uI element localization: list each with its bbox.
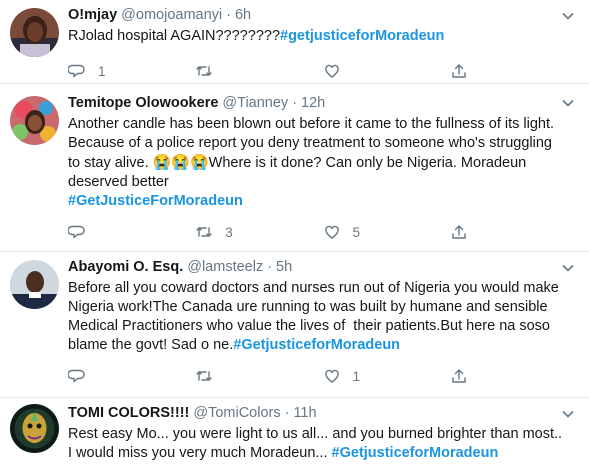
tweet-text: RJolad hospital AGAIN????????#getjustice… <box>68 27 577 46</box>
share-button[interactable] <box>450 62 577 80</box>
tweet-text: Before all you coward doctors and nurses… <box>68 279 577 355</box>
tweet-text-segment: I would miss you very much Moradeun... <box>68 445 328 461</box>
reply-button[interactable] <box>68 223 195 241</box>
tweet[interactable]: TOMI COLORS!!!! @TomiColors · 11h Rest e… <box>0 398 589 476</box>
text-line: blame the govt! Sad o ne.#GetjusticeforM… <box>68 336 577 355</box>
chevron-down-icon[interactable] <box>561 407 575 421</box>
like-button[interactable]: 1 <box>323 367 450 385</box>
heart-icon <box>324 64 339 78</box>
tweet-header: Abayomi O. Esq. @lamsteelz · 5h <box>68 258 577 277</box>
hashtag-link[interactable]: #GetjusticeforMoradeun <box>332 445 499 461</box>
tweet-text-segment: RJolad hospital AGAIN???????? <box>68 28 281 44</box>
retweet-button[interactable] <box>195 367 322 385</box>
text-line: Because of a police report you deny trea… <box>68 135 552 151</box>
user-handle[interactable]: @omojoamanyi <box>121 6 222 25</box>
text-line: deserved better <box>68 174 169 190</box>
reply-count: 1 <box>98 63 106 79</box>
share-button[interactable] <box>450 223 577 241</box>
reply-icon <box>68 225 85 239</box>
text-line: I would miss you very much Moradeun... #… <box>68 444 577 463</box>
reply-button[interactable]: 1 <box>68 62 195 80</box>
separator-dot: · <box>267 259 273 275</box>
display-name[interactable]: O!mjay <box>68 6 117 25</box>
chevron-down-icon[interactable] <box>561 9 575 23</box>
retweet-icon <box>196 371 212 381</box>
retweet-icon <box>196 66 212 76</box>
text-line: to stay alive. 😭😭😭Where is it done? Can … <box>68 153 577 173</box>
timestamp[interactable]: 6h <box>235 6 251 25</box>
crying-emoji: 😭😭😭 <box>152 154 209 171</box>
chevron-down-icon[interactable] <box>561 96 575 110</box>
share-icon <box>452 369 466 383</box>
timestamp[interactable]: 12h <box>301 94 325 113</box>
tweet-text: Another candle has been blown out before… <box>68 115 577 211</box>
hashtag-link[interactable]: #GetjusticeforMoradeun <box>233 337 400 353</box>
text-line: Rest easy Mo... you were light to us all… <box>68 426 563 442</box>
like-count: 1 <box>352 368 361 384</box>
text-line: Before all you coward doctors and nurses… <box>68 280 559 296</box>
display-name[interactable]: Abayomi O. Esq. <box>68 258 183 277</box>
tweet-header: Temitope Olowookere @Tianney · 12h <box>68 94 577 113</box>
user-handle[interactable]: @lamsteelz <box>187 258 263 277</box>
retweet-button[interactable] <box>195 62 322 80</box>
tweet[interactable]: Abayomi O. Esq. @lamsteelz · 5h Before a… <box>0 252 589 398</box>
avatar[interactable] <box>10 96 59 145</box>
avatar[interactable] <box>10 260 59 309</box>
tweet[interactable]: Temitope Olowookere @Tianney · 12h Anoth… <box>0 84 589 252</box>
text-line: Medical Practitioners who value the live… <box>68 318 550 334</box>
avatar[interactable] <box>10 8 59 57</box>
reply-button[interactable] <box>68 367 195 385</box>
hashtag-link[interactable]: #GetJusticeForMoradeun <box>68 192 577 211</box>
tweet-text-segment: blame the govt! Sad o ne. <box>68 337 234 353</box>
tweet-actions: 1 <box>68 56 577 86</box>
tweet-header: O!mjay @omojoamanyi · 6h <box>68 6 577 25</box>
separator-dot: · <box>226 7 231 23</box>
tweet-actions: 3 5 <box>68 217 577 247</box>
heart-icon <box>324 369 339 383</box>
tweet[interactable]: O!mjay @omojoamanyi · 6h RJolad hospital… <box>0 0 589 84</box>
reply-icon <box>68 369 85 383</box>
display-name[interactable]: TOMI COLORS!!!! <box>68 404 189 423</box>
share-icon <box>452 225 466 239</box>
like-button[interactable]: 5 <box>323 223 450 241</box>
hashtag-link[interactable]: #getjusticeforMoradeun <box>280 28 444 44</box>
user-handle[interactable]: @Tianney <box>222 94 288 113</box>
like-count: 5 <box>352 224 361 240</box>
tweet-header: TOMI COLORS!!!! @TomiColors · 11h <box>68 404 577 423</box>
like-button[interactable] <box>323 62 450 80</box>
chevron-down-icon[interactable] <box>561 261 575 275</box>
text-line: Another candle has been blown out before… <box>68 116 555 132</box>
tweet-text-segment: to stay alive. <box>68 155 149 171</box>
user-handle[interactable]: @TomiColors <box>193 404 280 423</box>
timestamp[interactable]: 5h <box>276 258 292 277</box>
text-line: Nigeria work!The Canada ure running to w… <box>68 299 548 315</box>
heart-icon <box>324 225 339 239</box>
separator-dot: · <box>284 405 290 421</box>
retweet-icon <box>196 227 212 237</box>
separator-dot: · <box>292 95 298 111</box>
retweet-button[interactable]: 3 <box>195 223 322 241</box>
share-button[interactable] <box>450 367 577 385</box>
share-icon <box>452 64 466 78</box>
tweet-text: Rest easy Mo... you were light to us all… <box>68 425 577 463</box>
retweet-count: 3 <box>225 224 233 240</box>
tweet-text-segment: Where is it done? Can only be Nigeria. M… <box>208 155 527 171</box>
tweet-actions: 1 <box>68 361 577 391</box>
reply-icon <box>68 64 85 78</box>
timestamp[interactable]: 11h <box>293 404 316 423</box>
avatar[interactable] <box>10 404 59 453</box>
display-name[interactable]: Temitope Olowookere <box>68 94 218 113</box>
